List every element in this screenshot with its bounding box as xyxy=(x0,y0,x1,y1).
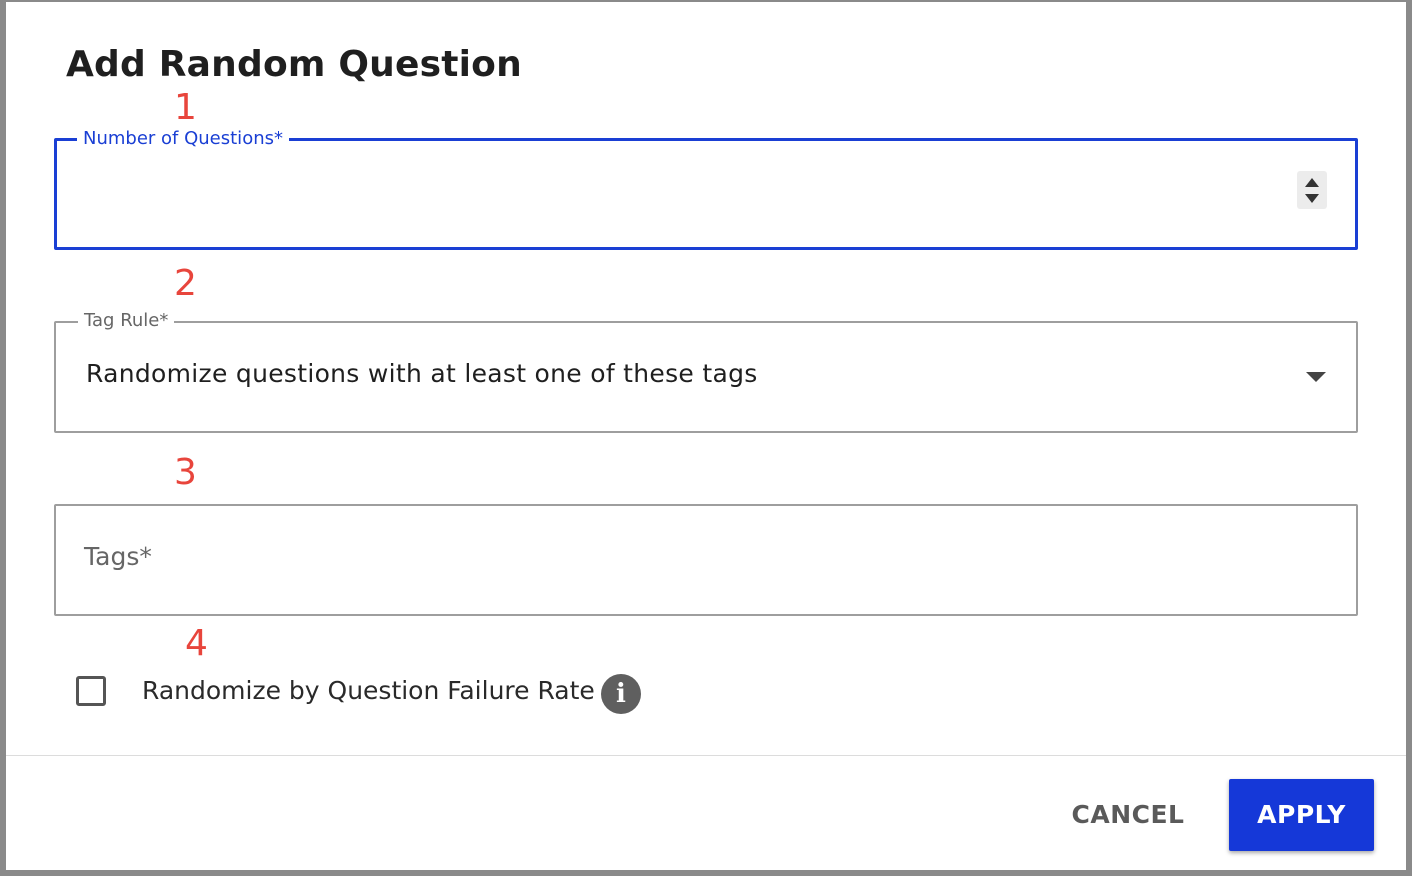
dialog-title: Add Random Question xyxy=(66,44,522,85)
failure-rate-checkbox[interactable] xyxy=(76,676,106,706)
annotation-marker-1: 1 xyxy=(174,87,197,128)
spinner-arrows-icon[interactable] xyxy=(1297,171,1327,209)
number-of-questions-label: Number of Questions* xyxy=(77,129,289,149)
tags-placeholder: Tags* xyxy=(84,542,152,571)
add-random-question-dialog: Add Random Question 1 Number of Question… xyxy=(6,2,1406,870)
annotation-marker-4: 4 xyxy=(185,623,208,664)
tags-input[interactable]: Tags* xyxy=(54,504,1358,616)
annotation-marker-3: 3 xyxy=(174,452,197,493)
caret-down-icon[interactable] xyxy=(1306,372,1326,382)
footer-divider xyxy=(6,755,1406,756)
tag-rule-selected-value: Randomize questions with at least one of… xyxy=(86,359,758,388)
number-of-questions-field[interactable]: Number of Questions* xyxy=(54,129,1358,250)
annotation-marker-2: 2 xyxy=(174,263,197,304)
failure-rate-label[interactable]: Randomize by Question Failure Rate xyxy=(142,676,595,705)
cancel-button[interactable]: CANCEL xyxy=(1066,780,1190,850)
tag-rule-label: Tag Rule* xyxy=(78,311,175,331)
apply-button[interactable]: APPLY xyxy=(1229,779,1374,851)
info-icon[interactable]: i xyxy=(601,674,641,714)
stepper-down-icon[interactable] xyxy=(1305,194,1319,203)
stepper-up-icon[interactable] xyxy=(1305,178,1319,187)
tag-rule-select[interactable]: Tag Rule* Randomize questions with at le… xyxy=(54,311,1358,433)
